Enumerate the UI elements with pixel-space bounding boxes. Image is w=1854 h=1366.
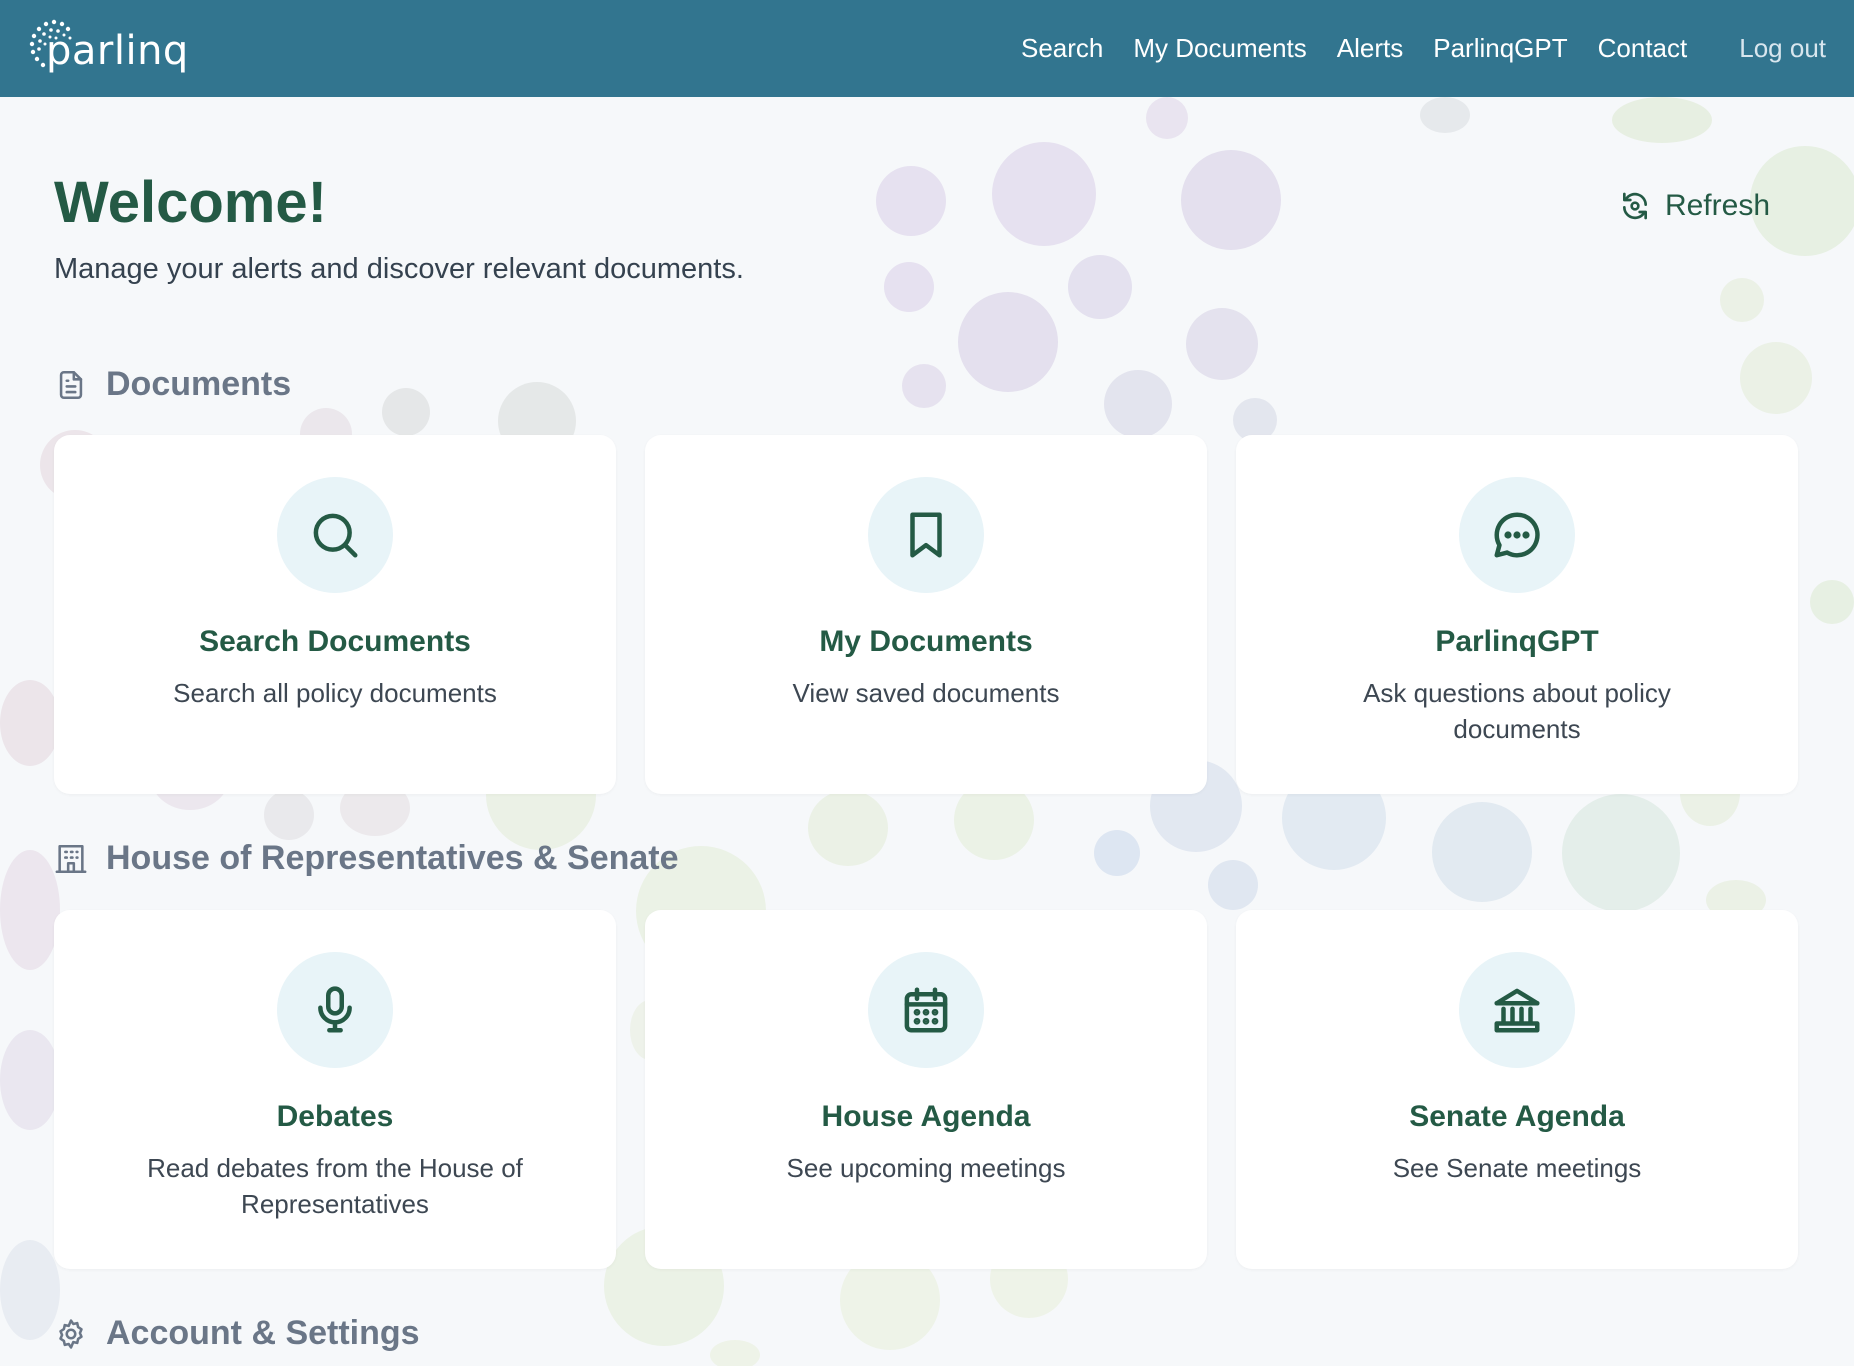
government-building-icon [1494,988,1540,1033]
card-senate-agenda[interactable]: Senate Agenda See Senate meetings [1236,910,1798,1269]
building-icon [55,844,87,873]
card-icon-circle [1459,477,1575,593]
card-parlinqgpt[interactable]: ParlinqGPT Ask questions about policy do… [1236,435,1798,794]
card-icon-circle [868,477,984,593]
card-title: House Agenda [821,1100,1031,1133]
section-parliament-heading: House of Representatives & Senate [54,839,679,878]
logo-text: parlinq [46,28,189,74]
chat-bubble-icon [1494,512,1540,558]
logout-link[interactable]: Log out [1739,33,1826,64]
refresh-button[interactable]: Refresh [1619,189,1770,223]
nav-search[interactable]: Search [1021,33,1103,64]
microphone-icon [318,986,352,1033]
card-title: Search Documents [199,625,471,658]
card-title: Debates [276,1100,394,1133]
card-description: See upcoming meetings [786,1153,1066,1183]
nav-contact[interactable]: Contact [1598,33,1688,64]
card-description: Search all policy documents [173,678,497,708]
card-debates[interactable]: Debates Read debates from the House of R… [54,910,616,1269]
card-icon-circle [277,477,393,593]
section-account-heading: Account & Settings [54,1314,420,1353]
card-title: Senate Agenda [1409,1100,1625,1133]
section-title: House of Representatives & Senate [106,839,679,877]
nav-my-documents[interactable]: My Documents [1133,33,1306,64]
card-my-documents[interactable]: My Documents View saved documents [645,435,1207,794]
gear-icon [59,1318,83,1349]
page-subtitle: Manage your alerts and discover relevant… [54,253,744,285]
card-icon-circle [868,952,984,1068]
top-nav-bar: parlinq Search My Documents Alerts Parli… [0,0,1854,97]
search-icon [313,513,358,558]
card-icon-circle [1459,952,1575,1068]
card-description: Ask questions about policy documents [1363,678,1671,744]
section-documents-heading: Documents [54,365,291,404]
parlinq-logo[interactable]: parlinq [24,16,194,78]
card-description: View saved documents [792,678,1060,708]
documents-card-grid: Search Documents Search all policy docum… [54,435,1798,794]
nav-parlinqgpt[interactable]: ParlinqGPT [1433,33,1567,64]
bookmark-icon [910,512,942,558]
card-search-documents[interactable]: Search Documents Search all policy docum… [54,435,616,794]
card-title: My Documents [819,625,1033,658]
refresh-label: Refresh [1664,189,1770,222]
nav-alerts[interactable]: Alerts [1337,33,1403,64]
card-description: Read debates from the House of Represent… [147,1153,523,1219]
main-nav: Search My Documents Alerts ParlinqGPT Co… [991,0,1854,97]
page-title: Welcome! [54,170,327,235]
card-description: See Senate meetings [1392,1153,1642,1183]
card-title: ParlinqGPT [1435,625,1599,658]
parliament-card-grid: Debates Read debates from the House of R… [54,910,1798,1269]
card-house-agenda[interactable]: House Agenda See upcoming meetings [645,910,1207,1269]
card-icon-circle [277,952,393,1068]
refresh-icon [1622,192,1647,220]
section-title: Account & Settings [106,1314,420,1352]
document-icon [59,370,83,399]
calendar-icon [904,987,948,1033]
section-title: Documents [106,365,292,403]
